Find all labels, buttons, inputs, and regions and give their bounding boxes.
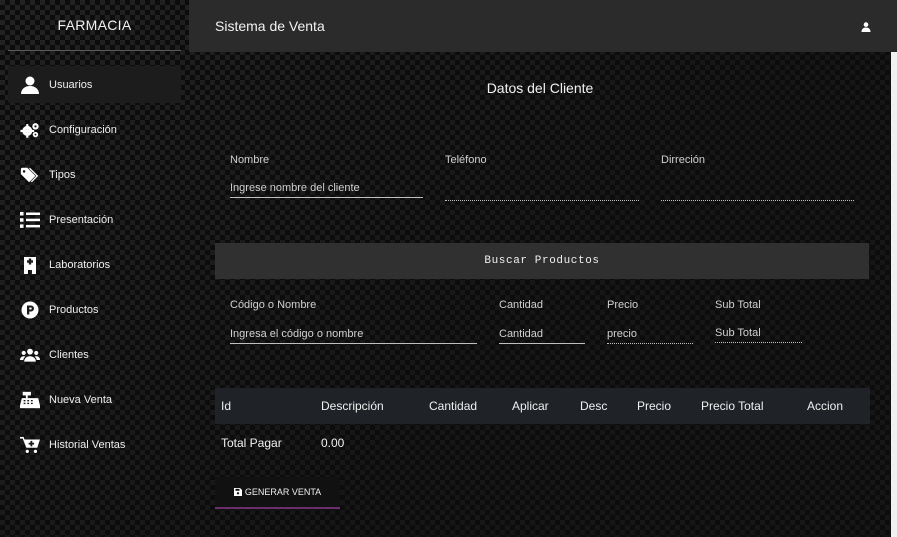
sidebar-item-label: Historial Ventas xyxy=(49,438,126,451)
cantidad-label: Cantidad xyxy=(499,299,544,311)
product-p-icon xyxy=(19,300,41,320)
sidebar-nav: Usuarios Configuración Tipos Presentació… xyxy=(0,51,189,463)
building-icon xyxy=(19,255,41,275)
telefono-input[interactable] xyxy=(445,181,639,201)
column-header-desc: Desc xyxy=(580,399,608,413)
cash-register-icon xyxy=(19,390,41,410)
precio-input[interactable] xyxy=(607,324,693,344)
column-header-precio: Precio xyxy=(637,399,672,413)
total-pagar-value: 0.00 xyxy=(321,436,345,450)
list-icon xyxy=(19,210,41,230)
subtotal-field-group: Sub Total xyxy=(715,299,802,347)
column-header-id: Id xyxy=(221,399,232,413)
total-pagar-label: Total Pagar xyxy=(221,436,282,450)
scrollbar[interactable] xyxy=(891,52,897,537)
tags-icon xyxy=(19,165,41,185)
sidebar-item-label: Usuarios xyxy=(49,78,93,91)
subtotal-input[interactable] xyxy=(715,323,802,343)
sidebar-item-presentacion[interactable]: Presentación xyxy=(8,201,181,238)
user-icon xyxy=(19,75,41,95)
user-icon xyxy=(861,22,871,32)
nombre-field-group: Nombre xyxy=(230,154,423,202)
top-header: Sistema de Venta xyxy=(189,0,897,52)
column-header-descripcion: Descripción xyxy=(321,399,384,413)
sidebar-item-label: Configuración xyxy=(49,123,117,136)
cantidad-input[interactable] xyxy=(499,324,585,344)
sidebar-item-label: Tipos xyxy=(49,168,76,181)
sidebar-item-label: Nueva Venta xyxy=(49,393,112,406)
search-products-header: Buscar Productos xyxy=(215,243,869,279)
sidebar-item-label: Productos xyxy=(49,303,99,316)
sidebar-item-historial-ventas[interactable]: Historial Ventas xyxy=(8,426,181,463)
column-header-aplicar: Aplicar xyxy=(512,399,549,413)
generar-venta-label: GENERAR VENTA xyxy=(244,487,322,497)
nombre-input[interactable] xyxy=(230,178,423,198)
sidebar-item-nueva-venta[interactable]: Nueva Venta xyxy=(8,381,181,418)
telefono-label: Teléfono xyxy=(445,154,487,166)
sidebar-item-clientes[interactable]: Clientes xyxy=(8,336,181,373)
precio-field-group: Precio xyxy=(607,299,693,347)
precio-label: Precio xyxy=(607,299,639,311)
sidebar-item-label: Clientes xyxy=(49,348,89,361)
sidebar-item-label: Laboratorios xyxy=(49,258,111,271)
column-header-cantidad: Cantidad xyxy=(429,399,478,413)
column-header-precio-total: Precio Total xyxy=(701,399,764,413)
sidebar-item-label: Presentación xyxy=(49,213,114,226)
nombre-label: Nombre xyxy=(230,154,270,166)
column-header-accion: Accion xyxy=(807,399,844,413)
codigo-input[interactable] xyxy=(230,324,477,344)
direccion-field-group: Dirreción xyxy=(661,154,854,202)
gears-icon xyxy=(19,120,41,140)
codigo-label: Código o Nombre xyxy=(230,299,317,311)
page-title: Sistema de Venta xyxy=(215,18,325,34)
cantidad-field-group: Cantidad xyxy=(499,299,585,347)
user-menu-button[interactable] xyxy=(861,19,873,32)
telefono-field-group: Teléfono xyxy=(445,154,639,202)
direccion-label: Dirreción xyxy=(661,154,706,166)
codigo-field-group: Código o Nombre xyxy=(230,299,477,347)
sidebar-item-productos[interactable]: Productos xyxy=(8,291,181,328)
sidebar-item-laboratorios[interactable]: Laboratorios xyxy=(8,246,181,283)
users-icon xyxy=(19,345,41,365)
save-icon xyxy=(233,488,242,496)
client-section-title: Datos del Cliente xyxy=(486,80,594,96)
subtotal-label: Sub Total xyxy=(715,299,761,311)
sidebar-item-tipos[interactable]: Tipos xyxy=(8,156,181,193)
direccion-input[interactable] xyxy=(661,181,854,201)
sidebar-item-configuracion[interactable]: Configuración xyxy=(8,111,181,148)
brand-title: FARMACIA xyxy=(8,0,181,51)
sidebar: FARMACIA Usuarios Configuración Tipos Pr… xyxy=(0,0,189,537)
sales-table-header: Id Descripción Cantidad Aplicar Desc Pre… xyxy=(215,388,870,424)
cart-plus-icon xyxy=(19,435,41,455)
sidebar-item-usuarios[interactable]: Usuarios xyxy=(8,66,181,103)
generar-venta-button[interactable]: GENERAR VENTA xyxy=(215,477,340,509)
